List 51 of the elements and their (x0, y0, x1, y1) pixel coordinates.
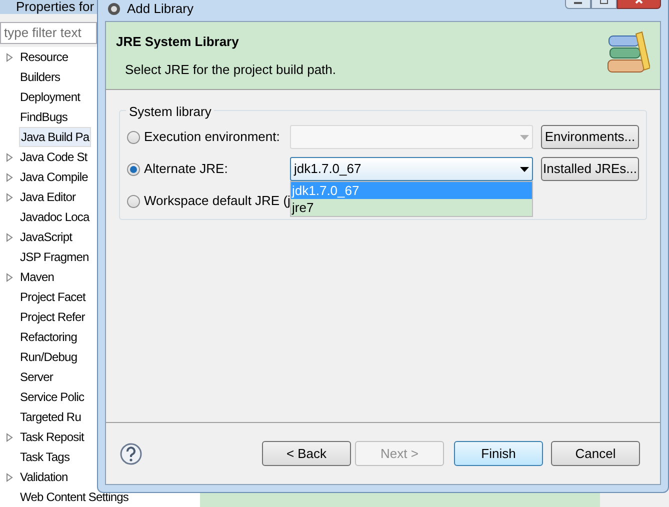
expand-arrow-icon[interactable] (6, 172, 13, 182)
header-description: Select JRE for the project build path. (125, 60, 336, 79)
radio-label[interactable]: Alternate JRE: (144, 159, 228, 179)
filter-field[interactable]: type filter text (0, 22, 97, 44)
tree-item[interactable]: Java Code St (19, 148, 88, 166)
expand-arrow-icon[interactable] (6, 432, 13, 442)
radio-label[interactable]: Workspace default JRE (j (144, 191, 290, 211)
gear-icon (106, 1, 122, 17)
tree-item[interactable]: Builders (19, 68, 62, 86)
tree-item[interactable]: Run/Debug (19, 348, 78, 366)
window-title: Properties for (16, 0, 94, 14)
header-title: JRE System Library (116, 33, 240, 51)
expand-arrow-icon[interactable] (6, 52, 13, 62)
tree-item[interactable]: Javadoc Loca (19, 208, 90, 226)
tree-item[interactable]: FindBugs (19, 108, 68, 126)
dialog-title: Add Library (127, 1, 194, 17)
tree-item[interactable]: JSP Fragmen (19, 248, 90, 266)
expand-arrow-icon[interactable] (6, 192, 13, 202)
tree-item[interactable]: JavaScript (19, 228, 74, 246)
wizard-button[interactable]: < Back (262, 441, 351, 466)
dropdown-arrow-icon (520, 166, 529, 172)
tree-item[interactable]: Resource (19, 48, 70, 66)
tree-item[interactable]: Targeted Ru (19, 408, 82, 426)
tree-item[interactable]: Java Build Pa (19, 127, 92, 147)
jre-combo-box[interactable]: jdk1.7.0_67 (290, 157, 533, 181)
dropdown-arrow-icon (520, 134, 529, 140)
help-icon[interactable] (120, 442, 142, 464)
tree-item[interactable]: Deployment (19, 88, 82, 106)
expand-arrow-icon[interactable] (6, 472, 13, 482)
tree-item[interactable]: Service Polic (19, 388, 86, 406)
tree-item[interactable]: Validation (19, 468, 69, 486)
tree-item[interactable]: Maven (19, 268, 56, 286)
dropdown-option[interactable]: jre7 (291, 199, 532, 216)
expand-arrow-icon[interactable] (6, 272, 13, 282)
tree-item[interactable]: Project Facet (19, 288, 86, 306)
jre-button[interactable]: Installed JREs... (541, 157, 639, 181)
wizard-button[interactable]: Finish (454, 441, 543, 466)
expand-arrow-icon[interactable] (6, 232, 13, 242)
tree-item[interactable]: Task Tags (19, 448, 71, 466)
wizard-button[interactable]: Cancel (551, 441, 640, 466)
radio-button[interactable] (127, 162, 140, 176)
tree-item[interactable]: Project Refer (19, 308, 86, 326)
radio-button[interactable] (127, 194, 140, 208)
combo-value: jdk1.7.0_67 (294, 160, 362, 178)
tree-item[interactable]: Refactoring (19, 328, 78, 346)
tree-item[interactable]: Server (19, 368, 54, 386)
tree-item[interactable]: Java Editor (19, 188, 77, 206)
tree-item[interactable]: Java Compile (19, 168, 89, 186)
tree-item[interactable]: Web Content Settings (19, 488, 130, 506)
tree-item[interactable]: Task Reposit (19, 428, 85, 446)
expand-arrow-icon[interactable] (6, 152, 13, 162)
